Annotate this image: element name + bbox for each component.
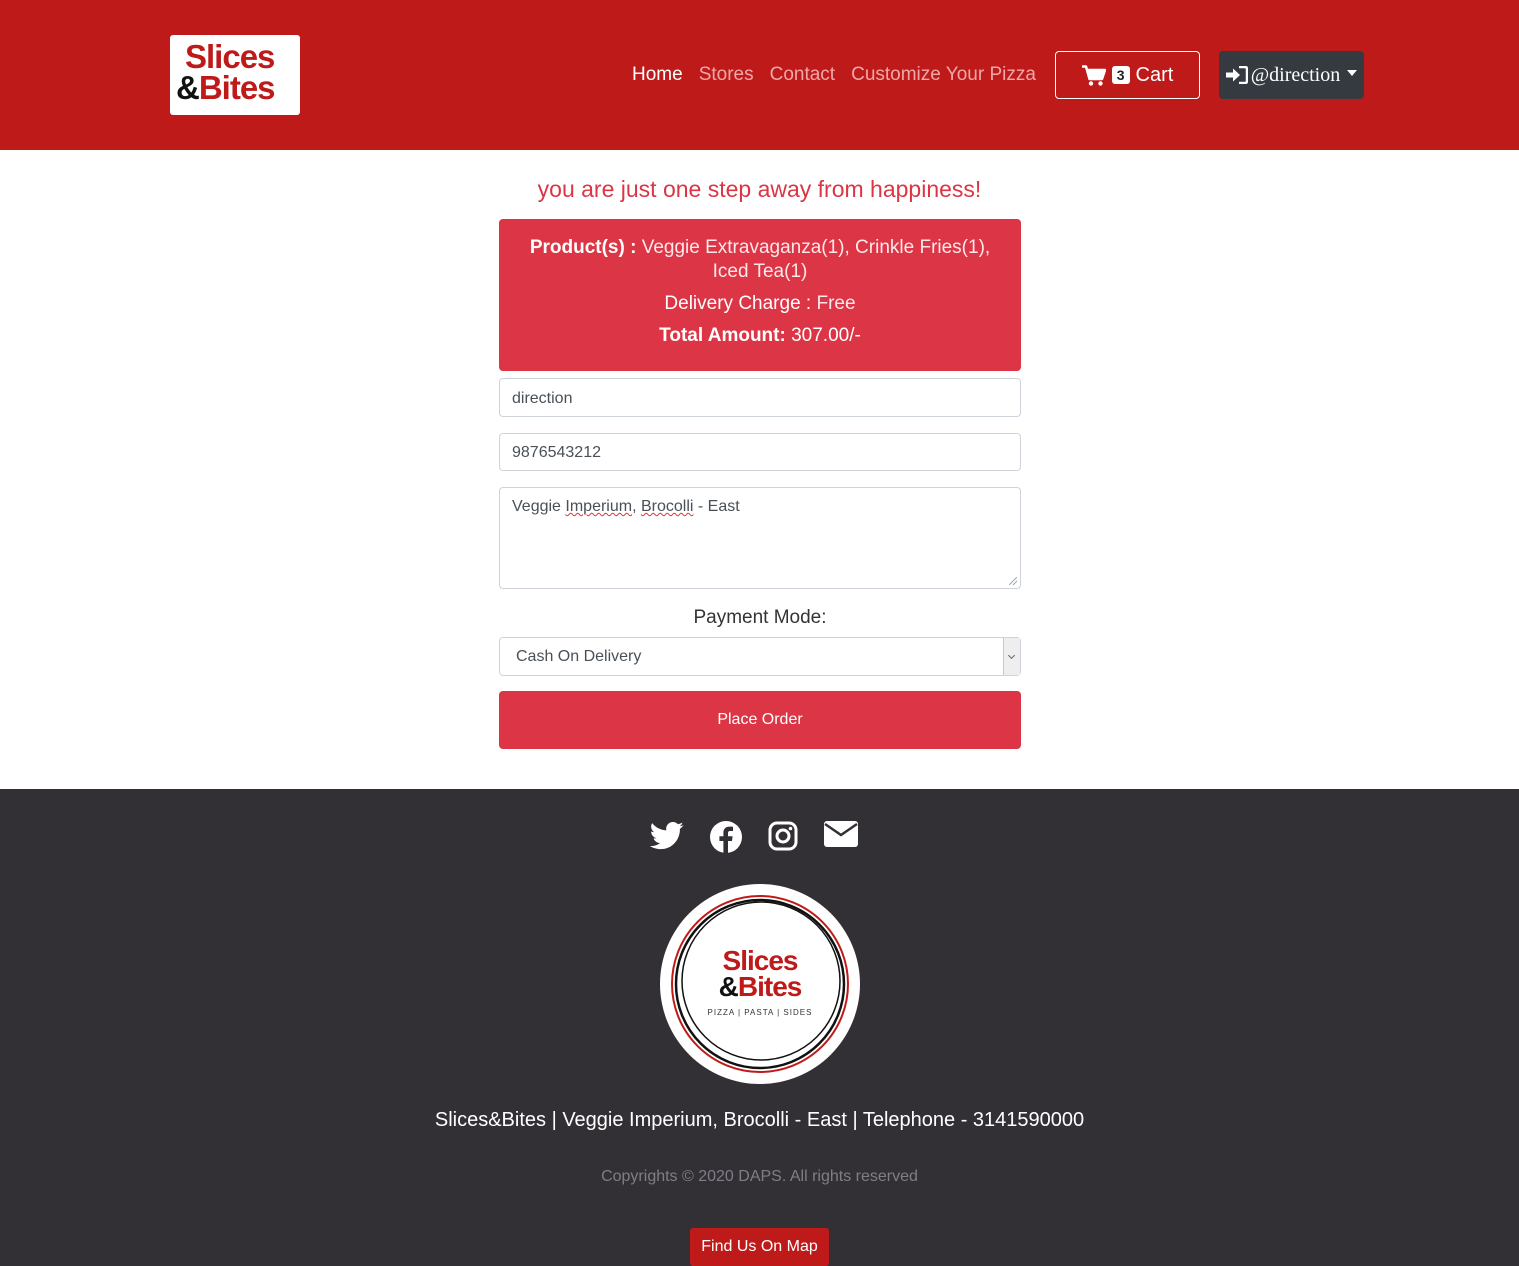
cart-icon [1081, 64, 1106, 86]
copyright-text: Copyrights © 2020 DAPS. All rights reser… [601, 1168, 918, 1185]
cart-button[interactable]: 3 Cart [1055, 51, 1200, 99]
twitter-icon[interactable] [650, 821, 684, 851]
cart-count-badge: 3 [1111, 66, 1130, 84]
user-label: @direction [1250, 63, 1341, 86]
instagram-icon[interactable] [768, 821, 798, 851]
brand-logo[interactable]: Slices &Bites [170, 35, 300, 115]
nav-customize-pizza[interactable]: Customize Your Pizza [851, 64, 1036, 90]
products-value: Veggie Extravaganza(1), Crinkle Fries(1)… [641, 237, 991, 282]
products-key: Product(s) : [529, 237, 637, 258]
navbar: Slices &Bites Home Stores Contact Custom… [0, 0, 1519, 150]
place-order-button[interactable]: Place Order [499, 691, 1021, 749]
social-links [650, 821, 858, 853]
sign-in-icon [1225, 66, 1248, 84]
logo-line2: &Bites [176, 69, 276, 106]
envelope-icon[interactable] [824, 821, 858, 847]
chevron-down-icon [1347, 70, 1358, 76]
facebook-icon[interactable] [710, 821, 742, 853]
delivery-value: Free [816, 293, 856, 314]
nav-stores[interactable]: Stores [699, 64, 754, 90]
nav-home[interactable]: Home [632, 64, 683, 90]
user-dropdown-button[interactable]: @direction [1219, 51, 1364, 99]
nav-links: Home Stores Contact Customize Your Pizza [632, 64, 1036, 90]
find-us-on-map-button[interactable]: Find Us On Map [690, 1228, 829, 1266]
products-row: Product(s) : Veggie Extravaganza(1), Cri… [521, 236, 999, 284]
name-field[interactable]: direction [499, 378, 1021, 417]
circle-logo-tagline: PIZZA | PASTA | SIDES [707, 1008, 813, 1017]
total-row: Total Amount: 307.00/- [521, 324, 999, 348]
nav-contact[interactable]: Contact [770, 64, 835, 90]
delivery-row: Delivery Charge : Free [521, 292, 999, 316]
payment-mode-select[interactable]: Cash On Delivery [499, 637, 1021, 676]
total-key: Total Amount: [659, 325, 786, 346]
footer-circle-logo: Slices &Bites PIZZA | PASTA | SIDES [660, 884, 860, 1084]
payment-mode-label: Payment Mode: [693, 607, 827, 628]
resize-grip-icon[interactable] [1009, 577, 1017, 585]
page-tagline: you are just one step away from happines… [537, 176, 982, 202]
total-value: 307.00/- [791, 325, 861, 346]
circle-logo-line2: &Bites [718, 971, 803, 1002]
footer-contact-info: Slices&Bites | Veggie Imperium, Brocolli… [434, 1109, 1085, 1131]
phone-field[interactable]: 9876543212 [499, 433, 1021, 471]
footer: Slices &Bites PIZZA | PASTA | SIDES Slic… [0, 789, 1519, 1266]
logo-line1: Slices [185, 38, 275, 75]
order-summary: Product(s) : Veggie Extravaganza(1), Cri… [499, 219, 1021, 371]
select-arrow-icon [1003, 638, 1020, 675]
cart-label: Cart [1135, 63, 1174, 86]
address-textarea[interactable]: Veggie Imperium, Brocolli - East [499, 487, 1021, 589]
delivery-key: Delivery Charge : [664, 293, 812, 314]
payment-selected-value: Cash On Delivery [516, 648, 642, 665]
